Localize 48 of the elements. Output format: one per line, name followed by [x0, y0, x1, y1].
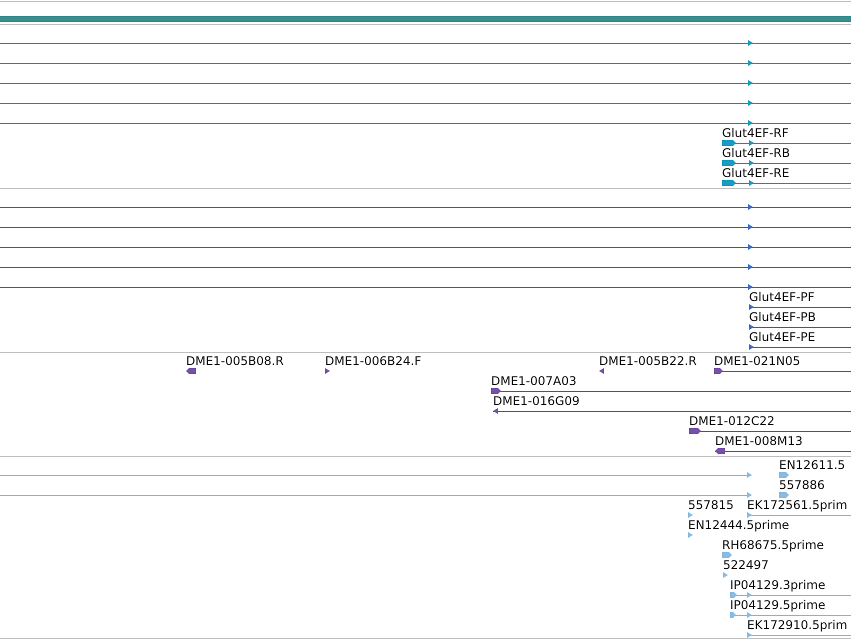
feature-glyph[interactable]: [748, 324, 851, 330]
feature-glyph[interactable]: [492, 408, 851, 414]
feature-label: DME1-006B24.F: [325, 354, 422, 368]
feature-glyph[interactable]: [599, 368, 604, 374]
feature-label: Glut4EF-RF: [722, 126, 789, 140]
feature-label: Glut4EF-RB: [722, 146, 790, 160]
feature-label: 557886: [779, 478, 825, 492]
feature-glyph[interactable]: [722, 180, 851, 186]
feature-label: IP04129.5prime: [730, 598, 826, 612]
feature-glyph[interactable]: [490, 388, 851, 394]
feature-label: RH68675.5prime: [722, 538, 824, 552]
feature-label: DME1-008M13: [715, 434, 803, 448]
feature-glyph[interactable]: [722, 160, 851, 166]
feature-glyph[interactable]: [748, 344, 851, 350]
feature-glyph[interactable]: [714, 448, 851, 454]
feature-glyph[interactable]: [714, 368, 851, 374]
feature-glyph[interactable]: [0, 120, 851, 126]
feature-glyph[interactable]: [0, 80, 851, 86]
feature-label: Glut4EF-PE: [749, 330, 816, 344]
feature-label: Glut4EF-RE: [722, 166, 790, 180]
feature-label: DME1-012C22: [689, 414, 775, 428]
feature-label: DME1-005B22.R: [599, 354, 697, 368]
feature-glyph[interactable]: [0, 100, 851, 106]
feature-label: DME1-021N05: [714, 354, 800, 368]
feature-label: EK172910.5prim: [747, 618, 848, 632]
feature-glyph[interactable]: [0, 244, 851, 250]
feature-label: DME1-007A03: [491, 374, 577, 388]
feature-glyph[interactable]: [0, 204, 851, 210]
feature-label: EN12444.5prime: [688, 518, 790, 532]
feature-glyph[interactable]: [0, 284, 851, 290]
feature-glyph[interactable]: [0, 224, 851, 230]
feature-glyph[interactable]: [722, 140, 851, 146]
feature-label: EN12611.5: [779, 458, 846, 472]
feature-glyph[interactable]: [186, 368, 196, 374]
feature-glyph[interactable]: [0, 60, 851, 66]
feature-label: Glut4EF-PF: [749, 290, 815, 304]
feature-glyph[interactable]: [748, 304, 851, 310]
feature-label: 557815: [688, 498, 734, 512]
feature-label: EK172561.5prim: [747, 498, 848, 512]
feature-label: Glut4EF-PB: [749, 310, 816, 324]
feature-glyph[interactable]: [0, 40, 851, 46]
feature-glyph[interactable]: [325, 368, 330, 374]
feature-glyph[interactable]: [688, 428, 851, 434]
feature-label: 522497: [723, 558, 769, 572]
feature-label: DME1-005B08.R: [186, 354, 284, 368]
feature-glyph[interactable]: [0, 264, 851, 270]
feature-label: IP04129.3prime: [730, 578, 826, 592]
feature-label: DME1-016G09: [493, 394, 580, 408]
